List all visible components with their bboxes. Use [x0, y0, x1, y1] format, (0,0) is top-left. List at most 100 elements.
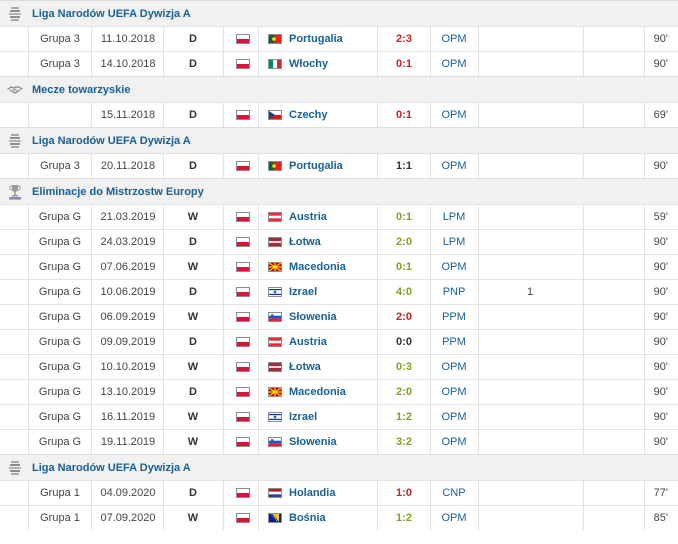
minutes-played: 90': [653, 261, 668, 273]
competition-title[interactable]: Liga Narodów UEFA Dywizja A: [32, 455, 191, 481]
column-divider: [478, 430, 479, 454]
column-divider: [91, 154, 92, 178]
opponent-link[interactable]: Izrael: [289, 405, 379, 429]
match-score-link[interactable]: 1:0: [386, 481, 422, 505]
nations-league-icon: [7, 460, 23, 476]
match-score-link[interactable]: 0:0: [386, 330, 422, 354]
poland-flag-icon: [236, 387, 250, 397]
match-score-link[interactable]: 1:2: [386, 506, 422, 530]
match-date: 07.09.2020: [100, 512, 156, 524]
opponent-link[interactable]: Bośnia: [289, 506, 379, 530]
latvia-flag-icon: [268, 362, 282, 372]
group-cell: Grupa 3: [40, 160, 80, 172]
match-row: Grupa G 13.10.2019 D Macedonia 2:0 OPM 90': [0, 379, 678, 404]
home-away-indicator: D: [189, 33, 197, 45]
column-divider: [258, 355, 259, 379]
goals-cell: [520, 305, 540, 329]
israel-flag-icon: [268, 412, 282, 422]
column-divider: [583, 52, 584, 76]
column-divider: [28, 27, 29, 51]
column-divider: [258, 52, 259, 76]
match-row: Grupa G 16.11.2019 W Izrael 1:2 OPM 90': [0, 404, 678, 429]
match-score-link[interactable]: 3:2: [386, 430, 422, 454]
column-divider: [223, 405, 224, 429]
match-score-link[interactable]: 2:3: [386, 27, 422, 51]
column-divider: [258, 430, 259, 454]
column-divider: [223, 103, 224, 127]
opponent-link[interactable]: Włochy: [289, 52, 379, 76]
column-divider: [258, 305, 259, 329]
column-divider: [91, 330, 92, 354]
opponent-link[interactable]: Macedonia: [289, 380, 379, 404]
column-divider: [91, 430, 92, 454]
match-score-link[interactable]: 2:0: [386, 305, 422, 329]
column-divider: [163, 103, 164, 127]
column-divider: [223, 230, 224, 254]
column-divider: [583, 430, 584, 454]
match-score-link[interactable]: 2:0: [386, 380, 422, 404]
match-score-link[interactable]: 0:1: [386, 52, 422, 76]
opponent-link[interactable]: Czechy: [289, 103, 379, 127]
opponent-link[interactable]: Łotwa: [289, 230, 379, 254]
minutes-played: 59': [653, 211, 668, 223]
match-score-link[interactable]: 0:1: [386, 103, 422, 127]
goals-cell: [520, 255, 540, 279]
position-cell: PNP: [442, 286, 466, 298]
column-divider: [91, 230, 92, 254]
competition-header: Eliminacje do Mistrzostw Europy: [0, 178, 678, 204]
goals-cell: [520, 481, 540, 505]
minutes-played: 90': [653, 236, 668, 248]
match-row: Grupa G 10.06.2019 D Izrael 4:0 PNP 1 90': [0, 279, 678, 304]
opponent-link[interactable]: Izrael: [289, 280, 379, 304]
opponent-link[interactable]: Słowenia: [289, 305, 379, 329]
opponent-link[interactable]: Łotwa: [289, 355, 379, 379]
match-score-link[interactable]: 0:1: [386, 255, 422, 279]
group-cell: Grupa G: [38, 286, 82, 298]
match-score-link[interactable]: 0:1: [386, 205, 422, 229]
column-divider: [258, 255, 259, 279]
match-row: Grupa 3 20.11.2018 D Portugalia 1:1 OPM 90': [0, 153, 678, 178]
minutes-played: 90': [653, 58, 668, 70]
group-cell: Grupa 1: [40, 512, 80, 524]
match-score-link[interactable]: 0:3: [386, 355, 422, 379]
column-divider: [478, 355, 479, 379]
column-divider: [28, 506, 29, 530]
column-divider: [163, 154, 164, 178]
opponent-link[interactable]: Austria: [289, 205, 379, 229]
column-divider: [223, 330, 224, 354]
column-divider: [223, 27, 224, 51]
minutes-played: 90': [653, 286, 668, 298]
competition-title[interactable]: Mecze towarzyskie: [32, 77, 130, 103]
position-cell: OPM: [441, 512, 467, 524]
column-divider: [28, 103, 29, 127]
position-cell: OPM: [441, 160, 467, 172]
column-divider: [223, 205, 224, 229]
column-divider: [258, 27, 259, 51]
column-divider: [478, 330, 479, 354]
opponent-link[interactable]: Słowenia: [289, 430, 379, 454]
home-away-indicator: D: [189, 160, 197, 172]
match-score-link[interactable]: 1:2: [386, 405, 422, 429]
slovenia-flag-icon: [268, 437, 282, 447]
match-score-link[interactable]: 1:1: [386, 154, 422, 178]
match-score-link[interactable]: 4:0: [386, 280, 422, 304]
column-divider: [223, 380, 224, 404]
match-score-link[interactable]: 2:0: [386, 230, 422, 254]
column-divider: [583, 255, 584, 279]
opponent-link[interactable]: Holandia: [289, 481, 379, 505]
opponent-link[interactable]: Macedonia: [289, 255, 379, 279]
opponent-link[interactable]: Portugalia: [289, 27, 379, 51]
goals-cell: 1: [526, 286, 534, 298]
competition-title[interactable]: Liga Narodów UEFA Dywizja A: [32, 128, 191, 154]
column-divider: [163, 405, 164, 429]
competition-title[interactable]: Eliminacje do Mistrzostw Europy: [32, 179, 204, 205]
match-date: 13.10.2019: [100, 386, 156, 398]
opponent-link[interactable]: Portugalia: [289, 154, 379, 178]
column-divider: [478, 154, 479, 178]
position-cell: OPM: [441, 386, 467, 398]
home-away-indicator: D: [189, 58, 197, 70]
column-divider: [583, 380, 584, 404]
competition-title[interactable]: Liga Narodów UEFA Dywizja A: [32, 1, 191, 27]
nations-league-icon: [7, 6, 23, 22]
opponent-link[interactable]: Austria: [289, 330, 379, 354]
